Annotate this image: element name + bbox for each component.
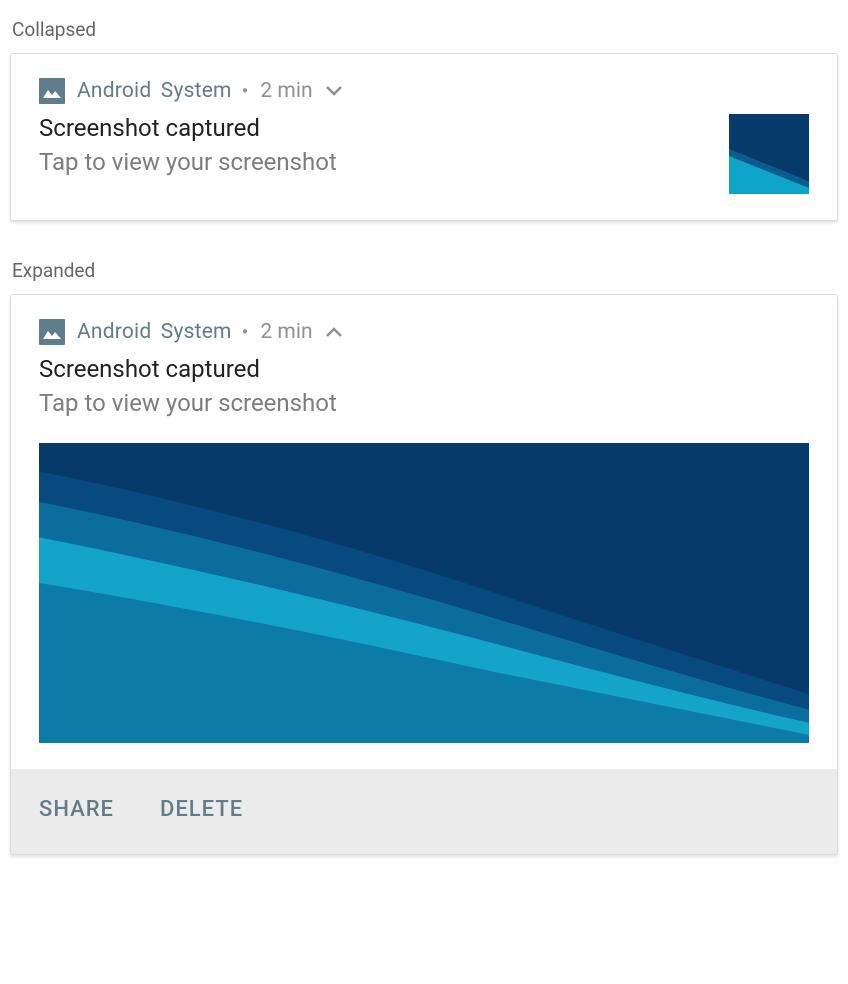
image-icon	[39, 319, 65, 345]
notification-timestamp: 2 min	[260, 79, 312, 103]
notification-actions: SHARE DELETE	[11, 769, 837, 854]
section-label-expanded: Expanded	[12, 259, 838, 282]
separator-dot: •	[242, 320, 249, 344]
notification-title: Screenshot captured	[39, 114, 709, 142]
notification-big-picture	[39, 443, 809, 743]
share-button[interactable]: SHARE	[39, 797, 114, 822]
chevron-up-icon[interactable]	[325, 326, 343, 338]
delete-button[interactable]: DELETE	[160, 797, 243, 822]
notification-content[interactable]: Screenshot captured Tap to view your scr…	[11, 345, 837, 443]
notification-card-expanded[interactable]: Android System • 2 min Screenshot captur…	[10, 294, 838, 855]
notification-content[interactable]: Screenshot captured Tap to view your scr…	[11, 104, 837, 220]
notification-header[interactable]: Android System • 2 min	[11, 295, 837, 345]
app-name: Android System	[77, 79, 232, 103]
notification-timestamp: 2 min	[260, 320, 312, 344]
section-label-collapsed: Collapsed	[12, 18, 838, 41]
image-icon	[39, 78, 65, 104]
notification-body: Tap to view your screenshot	[39, 148, 709, 176]
chevron-down-icon[interactable]	[325, 85, 343, 97]
notification-header[interactable]: Android System • 2 min	[11, 54, 837, 104]
app-name: Android System	[77, 320, 232, 344]
notification-thumbnail	[729, 114, 809, 194]
notification-title: Screenshot captured	[39, 355, 809, 383]
notification-body: Tap to view your screenshot	[39, 389, 809, 417]
notification-card-collapsed[interactable]: Android System • 2 min Screenshot captur…	[10, 53, 838, 221]
separator-dot: •	[242, 79, 249, 103]
